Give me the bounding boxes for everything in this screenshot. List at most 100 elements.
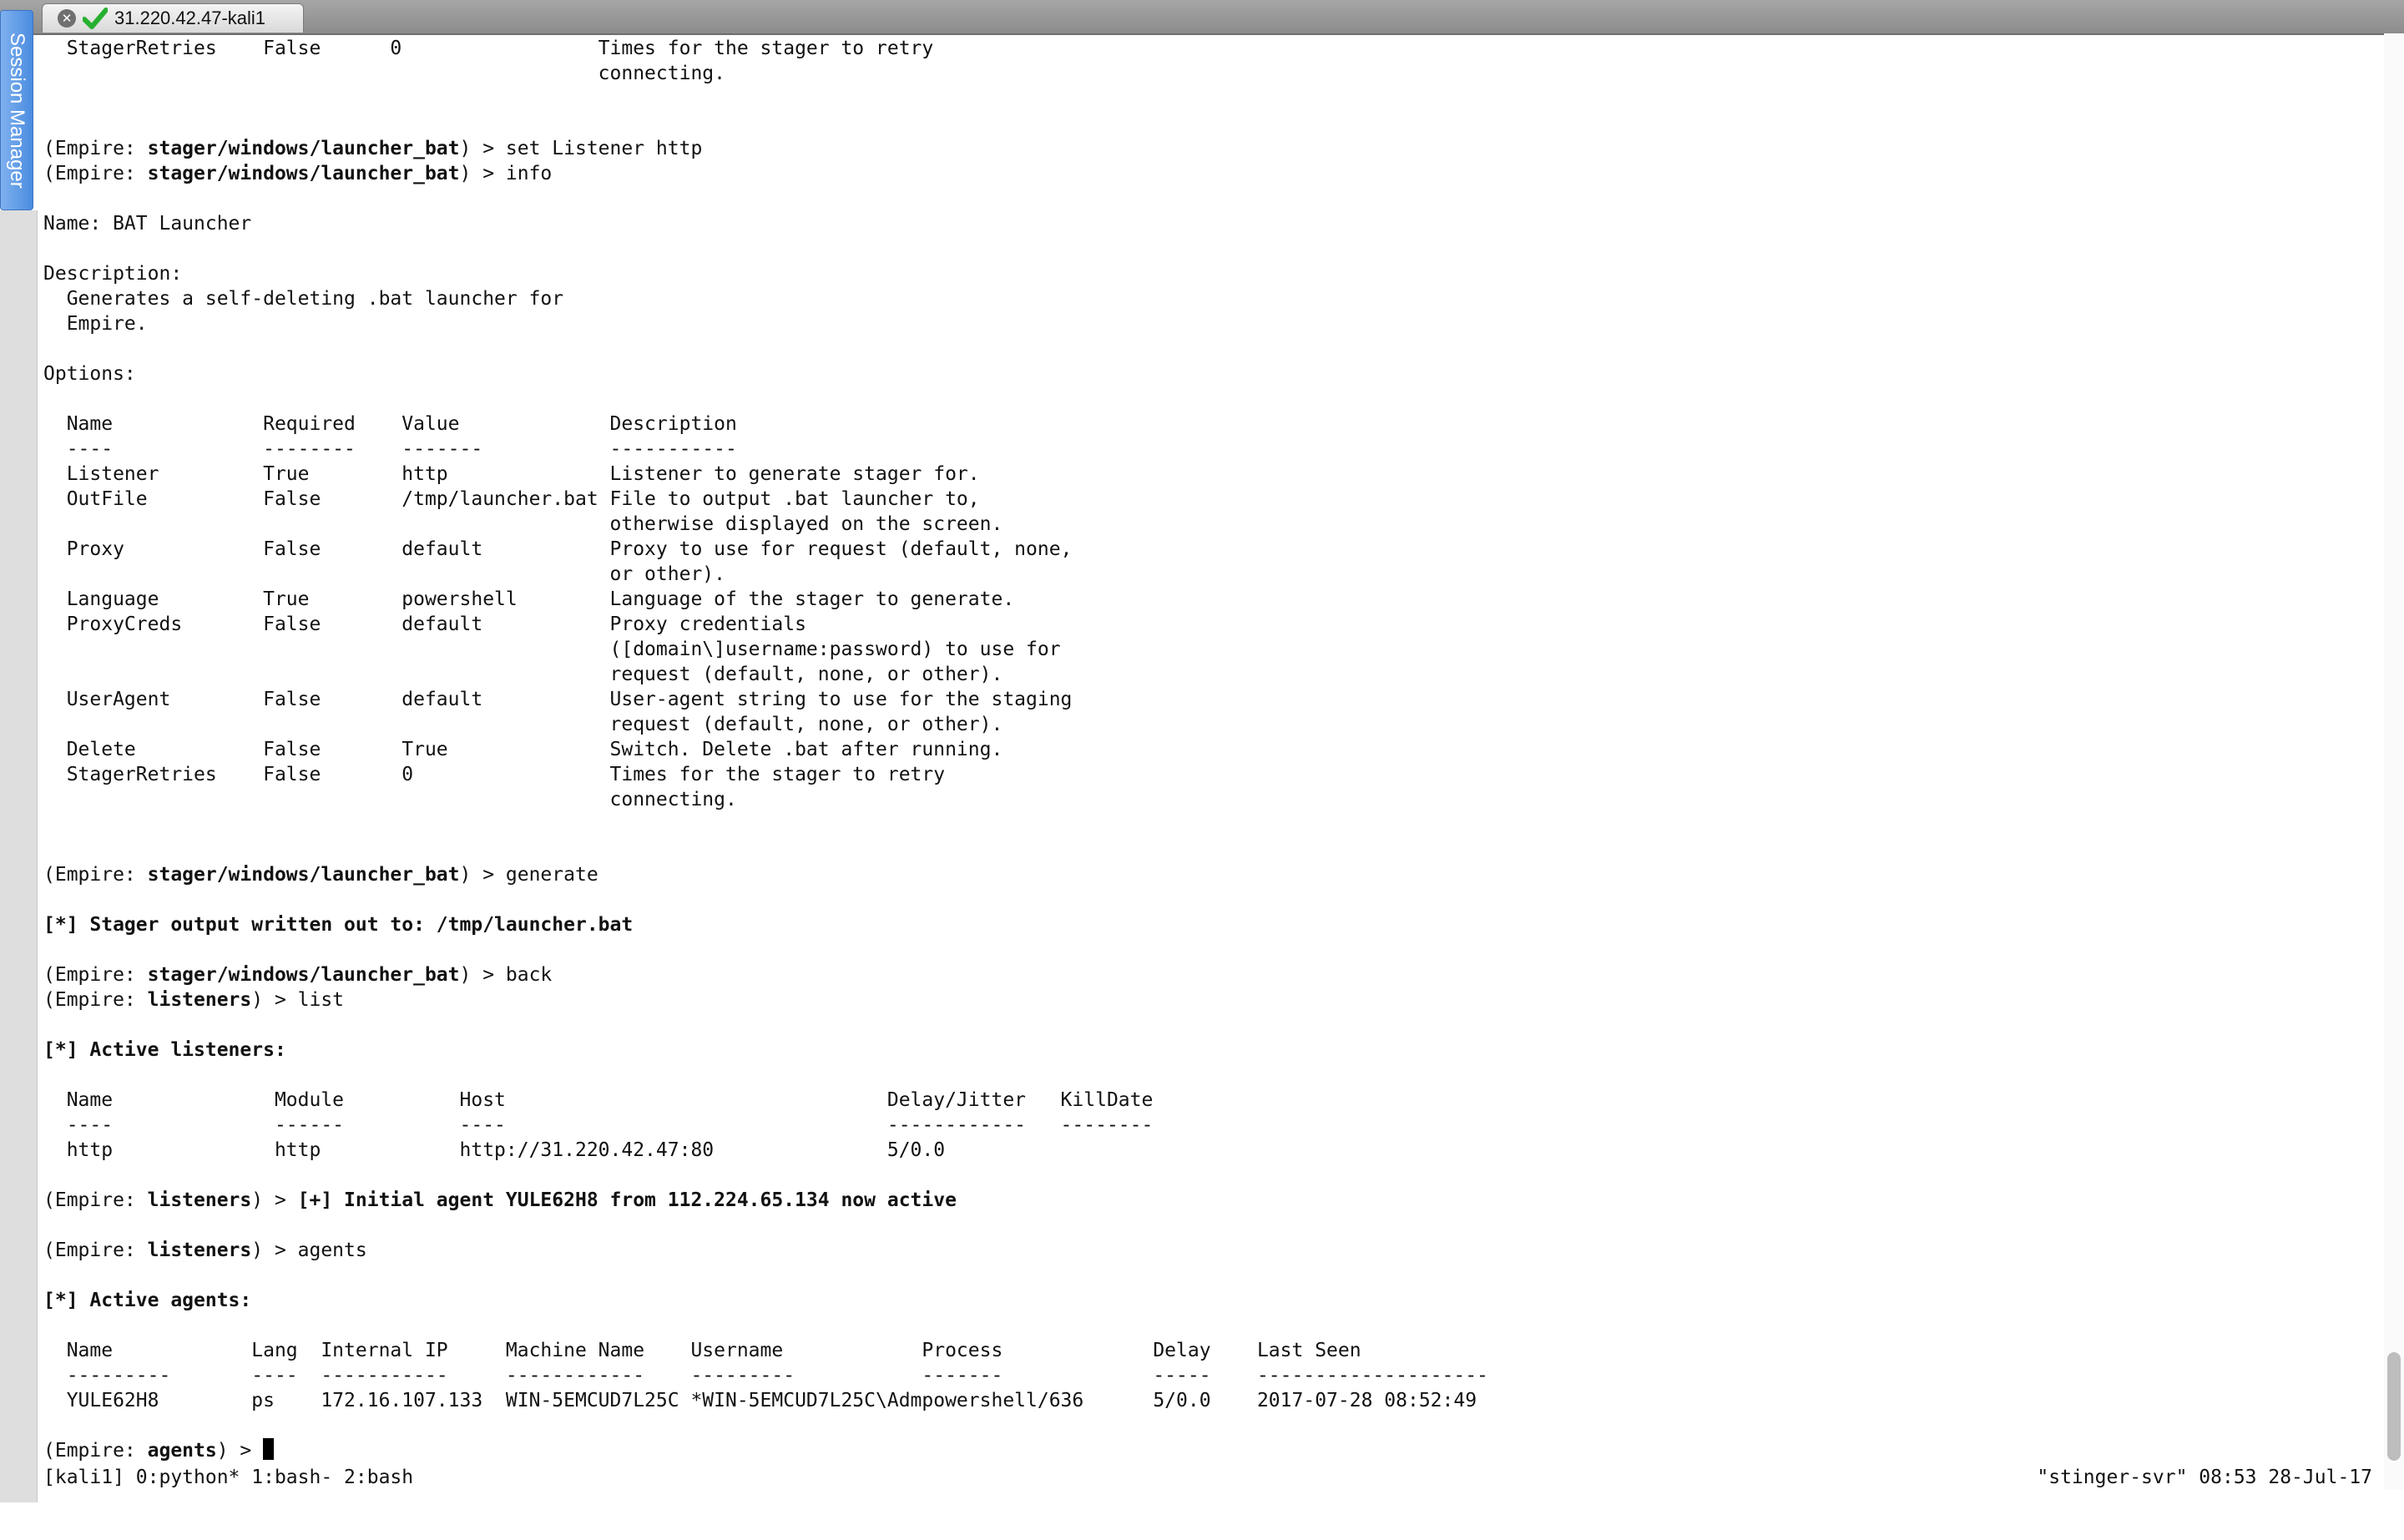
terminal-text: Options: xyxy=(43,363,136,385)
terminal-text: Description: xyxy=(43,263,183,285)
side-panel-strip xyxy=(0,210,38,1502)
terminal-text: (Empire: xyxy=(43,864,148,886)
terminal-text: (Empire: xyxy=(43,989,148,1011)
terminal-line: [*] Active agents: xyxy=(43,1288,2381,1313)
terminal-text-bold: [*] Active agents: xyxy=(43,1290,252,1311)
terminal-text-bold: [*] Active listeners: xyxy=(43,1039,286,1061)
terminal-line: UserAgent False default User-agent strin… xyxy=(43,687,2381,712)
terminal-line: (Empire: listeners) > agents xyxy=(43,1238,2381,1263)
terminal-text: Generates a self-deleting .bat launcher … xyxy=(43,288,564,310)
terminal-text-bold: [*] Stager output written out to: /tmp/l… xyxy=(43,914,634,936)
terminal-output[interactable]: StagerRetries False 0 Times for the stag… xyxy=(43,36,2381,1462)
session-tab[interactable]: ✕ 31.220.42.47-kali1 xyxy=(42,3,304,33)
terminal-line: ([domain\]username:password) to use for xyxy=(43,637,2381,662)
terminal-line: Name: BAT Launcher xyxy=(43,211,2381,236)
terminal-line: YULE62H8 ps 172.16.107.133 WIN-5EMCUD7L2… xyxy=(43,1388,2381,1413)
connected-check-icon xyxy=(83,8,108,29)
terminal-text: Proxy False default Proxy to use for req… xyxy=(43,538,1073,560)
terminal-line: ProxyCreds False default Proxy credentia… xyxy=(43,612,2381,637)
terminal-text: Language True powershell Language of the… xyxy=(43,588,1015,610)
terminal-line: http http http://31.220.42.47:80 5/0.0 xyxy=(43,1138,2381,1163)
terminal-text: ) > generate xyxy=(459,864,598,886)
tab-title: 31.220.42.47-kali1 xyxy=(114,8,266,28)
terminal-line: StagerRetries False 0 Times for the stag… xyxy=(43,762,2381,787)
terminal-line: otherwise displayed on the screen. xyxy=(43,512,2381,537)
terminal-text-bold: stager/windows/launcher_bat xyxy=(147,964,460,986)
terminal-text-bold: stager/windows/launcher_bat xyxy=(147,138,460,159)
terminal-text: otherwise displayed on the screen. xyxy=(43,513,1003,535)
terminal-line: (Empire: stager/windows/launcher_bat) > … xyxy=(43,136,2381,161)
terminal-text: ---- ------ ---- ------------ -------- xyxy=(43,1114,1154,1136)
terminal-line: Name Lang Internal IP Machine Name Usern… xyxy=(43,1338,2381,1363)
session-manager-tab[interactable]: Session Manager xyxy=(0,10,33,210)
terminal-text: UserAgent False default User-agent strin… xyxy=(43,689,1073,710)
terminal-text: YULE62H8 ps 172.16.107.133 WIN-5EMCUD7L2… xyxy=(43,1390,1477,1411)
terminal-text: --------- ---- ----------- ------------ … xyxy=(43,1365,1488,1386)
terminal-line: or other). xyxy=(43,562,2381,587)
terminal-line: Delete False True Switch. Delete .bat af… xyxy=(43,737,2381,762)
terminal-line: [*] Active listeners: xyxy=(43,1038,2381,1063)
close-tab-icon[interactable]: ✕ xyxy=(58,9,76,28)
terminal-text: (Empire: xyxy=(43,964,148,986)
terminal-line: ---- -------- ------- ----------- xyxy=(43,437,2381,462)
tmux-window-list[interactable]: [kali1] 0:python* 1:bash- 2:bash xyxy=(43,1465,413,1490)
text-cursor[interactable] xyxy=(263,1438,275,1460)
terminal-line: Description: xyxy=(43,261,2381,286)
terminal-line: [*] Stager output written out to: /tmp/l… xyxy=(43,912,2381,937)
terminal-text: OutFile False /tmp/launcher.bat File to … xyxy=(43,488,980,510)
terminal-scrollbar[interactable] xyxy=(2384,33,2404,1490)
tmux-host-clock: "stinger-svr" 08:53 28-Jul-17 xyxy=(2037,1467,2372,1488)
terminal-text-bold: [+] Initial agent YULE62H8 from 112.224.… xyxy=(297,1189,957,1211)
terminal-text: ---- -------- ------- ----------- xyxy=(43,438,737,460)
terminal-line: Options: xyxy=(43,361,2381,386)
terminal-text: connecting. xyxy=(43,789,737,810)
terminal-text: Name Required Value Description xyxy=(43,413,737,435)
terminal-text: (Empire: xyxy=(43,1240,148,1261)
terminal-line: (Empire: listeners) > list xyxy=(43,987,2381,1012)
terminal-text: Delete False True Switch. Delete .bat af… xyxy=(43,739,1003,760)
prompt-context: agents xyxy=(147,1440,217,1462)
terminal-line: --------- ---- ----------- ------------ … xyxy=(43,1363,2381,1388)
terminal-text: Name Module Host Delay/Jitter KillDate xyxy=(43,1089,1154,1111)
command-prompt-line[interactable]: (Empire: agents) > xyxy=(43,1438,2381,1463)
terminal-text: ) > xyxy=(251,1189,298,1211)
terminal-line: Generates a self-deleting .bat launcher … xyxy=(43,286,2381,311)
terminal-text: ) > back xyxy=(459,964,553,986)
terminal-line: OutFile False /tmp/launcher.bat File to … xyxy=(43,487,2381,512)
terminal-line: (Empire: stager/windows/launcher_bat) > … xyxy=(43,962,2381,987)
terminal-text: Listener True http Listener to generate … xyxy=(43,463,980,485)
terminal-text: Empire. xyxy=(43,313,148,335)
terminal-line: Name Required Value Description xyxy=(43,412,2381,437)
terminal-text: Name Lang Internal IP Machine Name Usern… xyxy=(43,1340,1361,1361)
terminal-text: connecting. xyxy=(43,63,725,84)
terminal-text-bold: stager/windows/launcher_bat xyxy=(147,864,460,886)
terminal-line: ---- ------ ---- ------------ -------- xyxy=(43,1113,2381,1138)
terminal-text: ([domain\]username:password) to use for xyxy=(43,639,1061,660)
terminal-line: connecting. xyxy=(43,787,2381,812)
terminal-text: request (default, none, or other). xyxy=(43,714,1003,735)
terminal-line: (Empire: listeners) > [+] Initial agent … xyxy=(43,1188,2381,1213)
terminal-text-bold: listeners xyxy=(147,1240,252,1261)
terminal-line: Listener True http Listener to generate … xyxy=(43,462,2381,487)
terminal-line: request (default, none, or other). xyxy=(43,712,2381,737)
terminal-line: (Empire: stager/windows/launcher_bat) > … xyxy=(43,161,2381,186)
terminal-text: ) > info xyxy=(459,163,553,184)
terminal-text: (Empire: xyxy=(43,138,148,159)
scrollbar-thumb[interactable] xyxy=(2387,1352,2401,1461)
terminal-line: connecting. xyxy=(43,61,2381,86)
